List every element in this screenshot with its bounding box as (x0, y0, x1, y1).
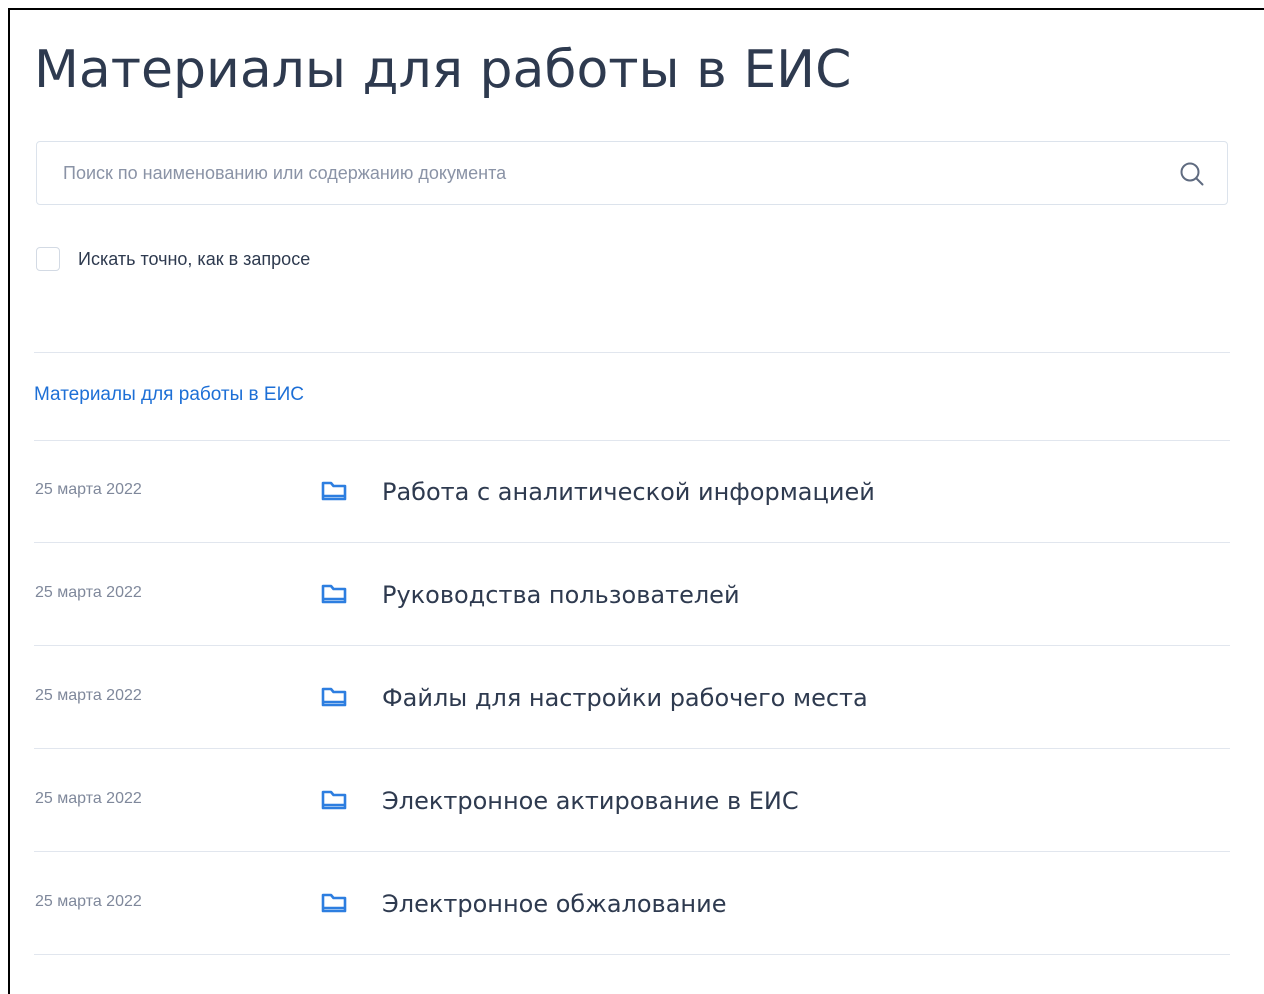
item-title[interactable]: Руководства пользователей (382, 579, 740, 611)
item-title[interactable]: Работа с аналитической информацией (382, 476, 875, 508)
list-item[interactable]: 25 марта 2022 Файлы для настройки рабоче… (34, 646, 1230, 749)
list-item[interactable]: 25 марта 2022 Электронное обжалование (34, 852, 1230, 955)
page-title: Материалы для работы в ЕИС (34, 40, 852, 100)
item-date: 25 марта 2022 (35, 481, 142, 498)
list-item[interactable]: 25 марта 2022 Работа с аналитической инф… (34, 440, 1230, 543)
search-box (36, 141, 1228, 205)
search-input[interactable] (37, 142, 1167, 204)
exact-search-checkbox[interactable] (36, 247, 60, 271)
item-title[interactable]: Электронное обжалование (382, 888, 726, 920)
list-item[interactable]: 25 марта 2022 Электронное актирование в … (34, 749, 1230, 852)
folder-icon (321, 893, 347, 913)
folder-icon (321, 687, 347, 707)
page-frame: Материалы для работы в ЕИС Искать точно,… (8, 8, 1264, 994)
item-title[interactable]: Электронное актирование в ЕИС (382, 785, 799, 817)
exact-search-option: Искать точно, как в запросе (36, 246, 310, 272)
divider (34, 352, 1230, 353)
breadcrumb-link[interactable]: Материалы для работы в ЕИС (34, 384, 304, 406)
search-icon[interactable] (1179, 161, 1205, 187)
exact-search-label[interactable]: Искать точно, как в запросе (78, 249, 310, 270)
item-date: 25 марта 2022 (35, 687, 142, 704)
folder-icon (321, 790, 347, 810)
item-date: 25 марта 2022 (35, 790, 142, 807)
item-title[interactable]: Файлы для настройки рабочего места (382, 682, 868, 714)
item-date: 25 марта 2022 (35, 584, 142, 601)
list-item[interactable]: 25 марта 2022 Руководства пользователей (34, 543, 1230, 646)
folder-icon (321, 584, 347, 604)
folder-icon (321, 481, 347, 501)
item-date: 25 марта 2022 (35, 893, 142, 910)
